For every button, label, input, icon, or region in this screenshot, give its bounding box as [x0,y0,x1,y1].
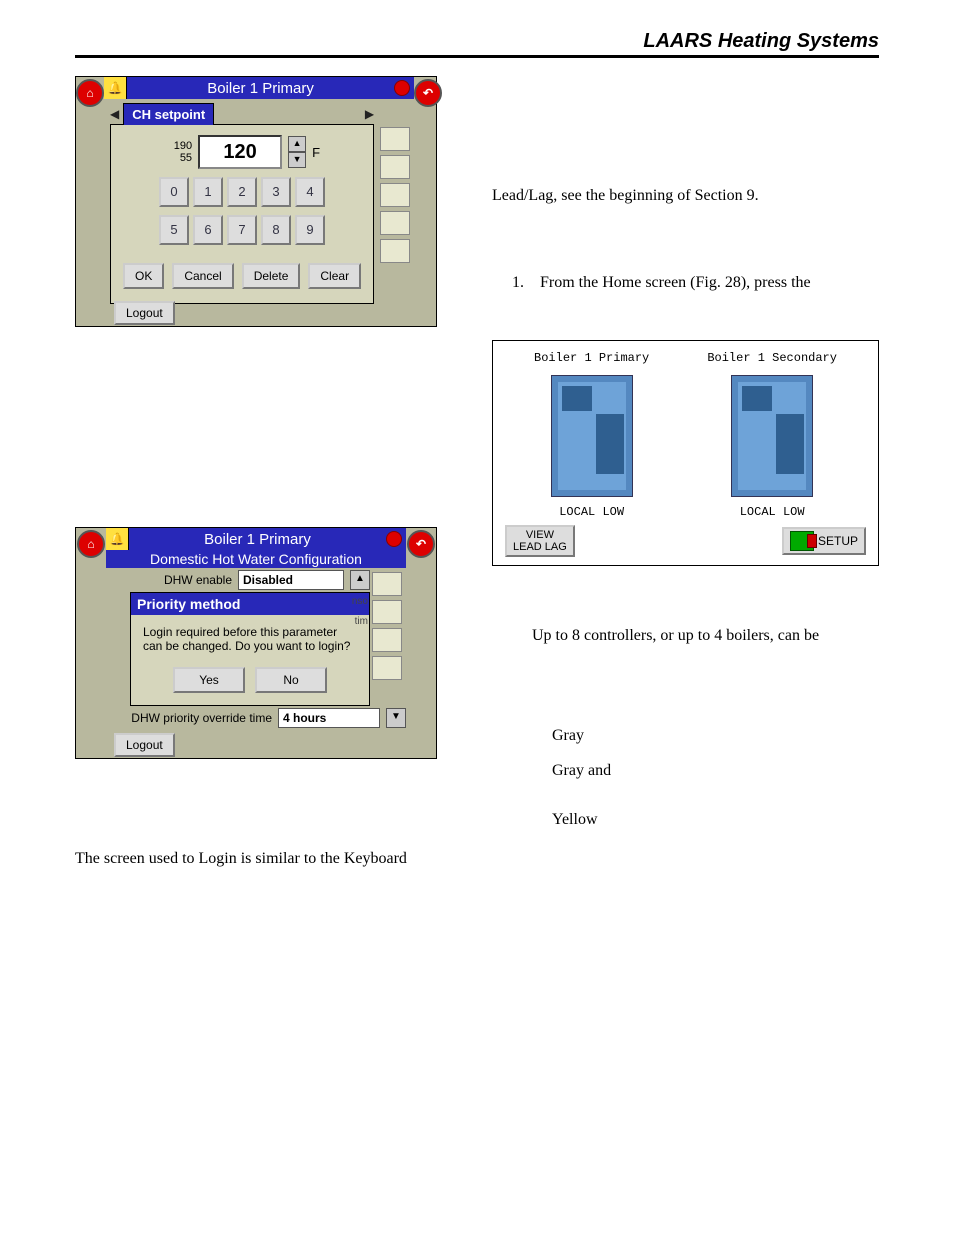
device-name: Boiler 1 Secondary [707,351,837,365]
fig-keyboard-window: ⌂ 🔔 Boiler 1 Primary ◀ CH s [75,76,437,327]
key-5[interactable]: 5 [159,215,189,245]
alarm-bell-icon[interactable]: 🔔 [106,528,129,550]
truncated-text: tim [351,616,372,627]
device-status: LOCAL LOW [559,505,624,519]
next-arrow-icon[interactable]: ▶ [365,107,374,121]
cancel-button[interactable]: Cancel [172,263,233,289]
wrench-icon [790,531,814,551]
key-3[interactable]: 3 [261,177,291,207]
sidebar-slot [372,600,402,624]
body-text: Up to 8 controllers, or up to 4 boilers,… [532,626,879,647]
key-4[interactable]: 4 [295,177,325,207]
unit-label: F [312,145,320,160]
controller-icon[interactable] [731,375,813,497]
popup-title: Priority method [131,593,369,615]
prev-arrow-icon[interactable]: ◀ [110,107,119,121]
no-button[interactable]: No [255,667,327,693]
device-card: Boiler 1 Primary LOCAL LOW [534,351,649,519]
scroll-up-button[interactable]: ▲ [350,570,370,590]
page-header: LAARS Heating Systems [75,30,879,55]
key-2[interactable]: 2 [227,177,257,207]
home-icon[interactable]: ⌂ [77,530,105,558]
color-legend: Yellow [552,810,879,831]
alarm-bell-icon[interactable]: 🔔 [104,77,127,99]
list-text: From the Home screen (Fig. 28), press th… [540,273,811,294]
key-9[interactable]: 9 [295,215,325,245]
back-icon[interactable]: ↶ [414,79,442,107]
header-rule [75,55,879,58]
popup-message: Login required before this parameter can… [131,615,369,659]
setup-button[interactable]: SETUP [782,527,866,555]
device-name: Boiler 1 Primary [534,351,649,365]
fig-system-overview: Boiler 1 Primary LOCAL LOW Boiler 1 Seco… [492,340,879,566]
truncated-text: nso [348,596,372,607]
sidebar-slot [380,155,410,179]
max-value: 190 [164,140,192,152]
sidebar-slot [380,127,410,151]
key-1[interactable]: 1 [193,177,223,207]
yes-button[interactable]: Yes [173,667,245,693]
decrement-button[interactable]: ▼ [288,152,306,168]
dhw-enable-value[interactable]: Disabled [238,570,344,590]
window-title: Boiler 1 Primary [129,531,386,548]
home-icon[interactable]: ⌂ [76,79,104,107]
status-dot-icon [394,80,410,96]
color-legend: Gray [552,726,879,747]
device-card: Boiler 1 Secondary LOCAL LOW [707,351,837,519]
sidebar-slot [372,656,402,680]
override-time-value[interactable]: 4 hours [278,708,380,728]
override-time-label: DHW priority override time [112,711,278,725]
dhw-enable-label: DHW enable [112,573,238,587]
list-number: 1. [512,273,540,294]
clear-button[interactable]: Clear [308,263,361,289]
setpoint-tab[interactable]: CH setpoint [123,103,214,125]
delete-button[interactable]: Delete [242,263,301,289]
key-8[interactable]: 8 [261,215,291,245]
min-value: 55 [164,152,192,164]
controller-icon[interactable] [551,375,633,497]
body-text: Lead/Lag, see the beginning of Section 9… [492,186,879,207]
increment-button[interactable]: ▲ [288,136,306,152]
device-status: LOCAL LOW [740,505,805,519]
key-0[interactable]: 0 [159,177,189,207]
back-icon[interactable]: ↶ [407,530,435,558]
body-text: The screen used to Login is similar to t… [75,849,462,870]
fig-login-window: ⌂ 🔔 Boiler 1 Primary Domestic Hot Water … [75,527,437,759]
window-title: Boiler 1 Primary [127,80,394,97]
logout-button[interactable]: Logout [114,301,175,325]
key-6[interactable]: 6 [193,215,223,245]
sidebar-slot [372,628,402,652]
list-item: 1. From the Home screen (Fig. 28), press… [512,273,879,294]
sidebar-slot [380,239,410,263]
status-dot-icon [386,531,402,547]
sidebar-slot [380,211,410,235]
key-7[interactable]: 7 [227,215,257,245]
login-popup: Priority method Login required before th… [130,592,370,706]
window-subtitle: Domestic Hot Water Configuration [106,550,406,568]
sidebar-slot [380,183,410,207]
logout-button[interactable]: Logout [114,733,175,757]
view-leadlag-button[interactable]: VIEW LEAD LAG [505,525,575,557]
color-legend: Gray and [552,761,879,782]
ok-button[interactable]: OK [123,263,164,289]
sidebar-slot [372,572,402,596]
value-input[interactable]: 120 [198,135,282,169]
scroll-down-button[interactable]: ▼ [386,708,406,728]
setup-label: SETUP [818,534,858,548]
